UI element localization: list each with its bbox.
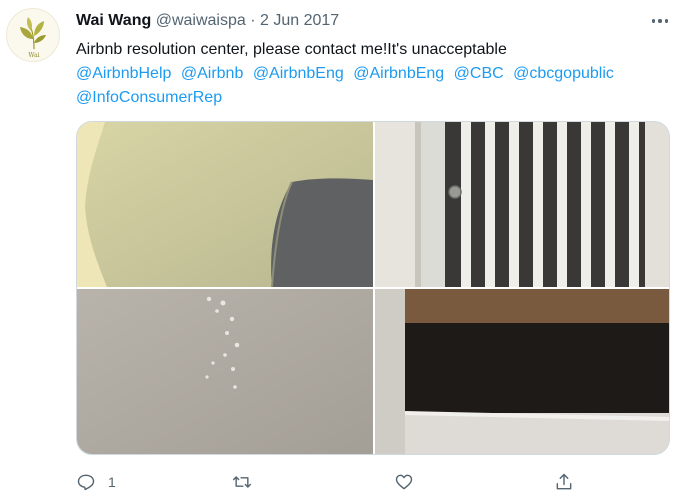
share-button[interactable] <box>554 470 586 494</box>
tweet-text: Airbnb resolution center, please contact… <box>76 38 666 110</box>
reply-icon <box>77 474 95 491</box>
media-photo-2[interactable] <box>375 122 669 287</box>
retweet-icon <box>232 476 252 488</box>
reply-count: 1 <box>108 474 116 490</box>
heart-icon <box>395 474 413 490</box>
mention-link[interactable]: @CBC <box>454 65 504 82</box>
media-photo-4[interactable] <box>375 289 669 454</box>
photo-vent-opening-icon <box>375 289 669 454</box>
tweet-header: Wai Wang @waiwaispa · 2 Jun 2017 <box>76 11 339 31</box>
leaf-logo-icon: Wai <box>20 17 46 59</box>
tweet-actions: 1 <box>76 470 636 494</box>
avatar[interactable]: Wai <box>6 8 60 62</box>
avatar-logo-text: Wai <box>28 52 39 59</box>
photo-vent-grille-icon <box>375 122 669 287</box>
mention-link[interactable]: @AirbnbHelp <box>76 65 171 82</box>
media-photo-3[interactable] <box>77 289 373 454</box>
mention-link[interactable]: @cbcgopublic <box>513 65 614 82</box>
author-handle[interactable]: @waiwaispa <box>156 12 246 29</box>
photo-wall-drips-icon <box>77 289 373 454</box>
share-icon <box>556 473 572 490</box>
mention-link[interactable]: @InfoConsumerRep <box>76 89 222 106</box>
mention-link[interactable]: @AirbnbEng <box>253 65 344 82</box>
mention-link[interactable]: @AirbnbEng <box>353 65 444 82</box>
reply-button[interactable]: 1 <box>76 470 116 494</box>
media-photo-1[interactable] <box>77 122 373 287</box>
author-display-name[interactable]: Wai Wang <box>76 12 151 29</box>
tweet-date[interactable]: 2 Jun 2017 <box>260 12 339 29</box>
like-button[interactable] <box>394 470 426 494</box>
retweet-button[interactable] <box>232 470 264 494</box>
media-grid <box>76 121 670 455</box>
tweet-message: Airbnb resolution center, please contact… <box>76 41 507 58</box>
more-icon[interactable] <box>648 9 672 33</box>
mentions: @AirbnbHelp @Airbnb @AirbnbEng @AirbnbEn… <box>76 62 666 110</box>
mention-link[interactable]: @Airbnb <box>181 65 244 82</box>
photo-wall-stain-icon <box>77 122 373 287</box>
date-separator: · <box>250 12 256 29</box>
tweet-card[interactable]: Wai Wai Wang @waiwaispa · 2 Jun 2017 Air… <box>0 0 680 503</box>
